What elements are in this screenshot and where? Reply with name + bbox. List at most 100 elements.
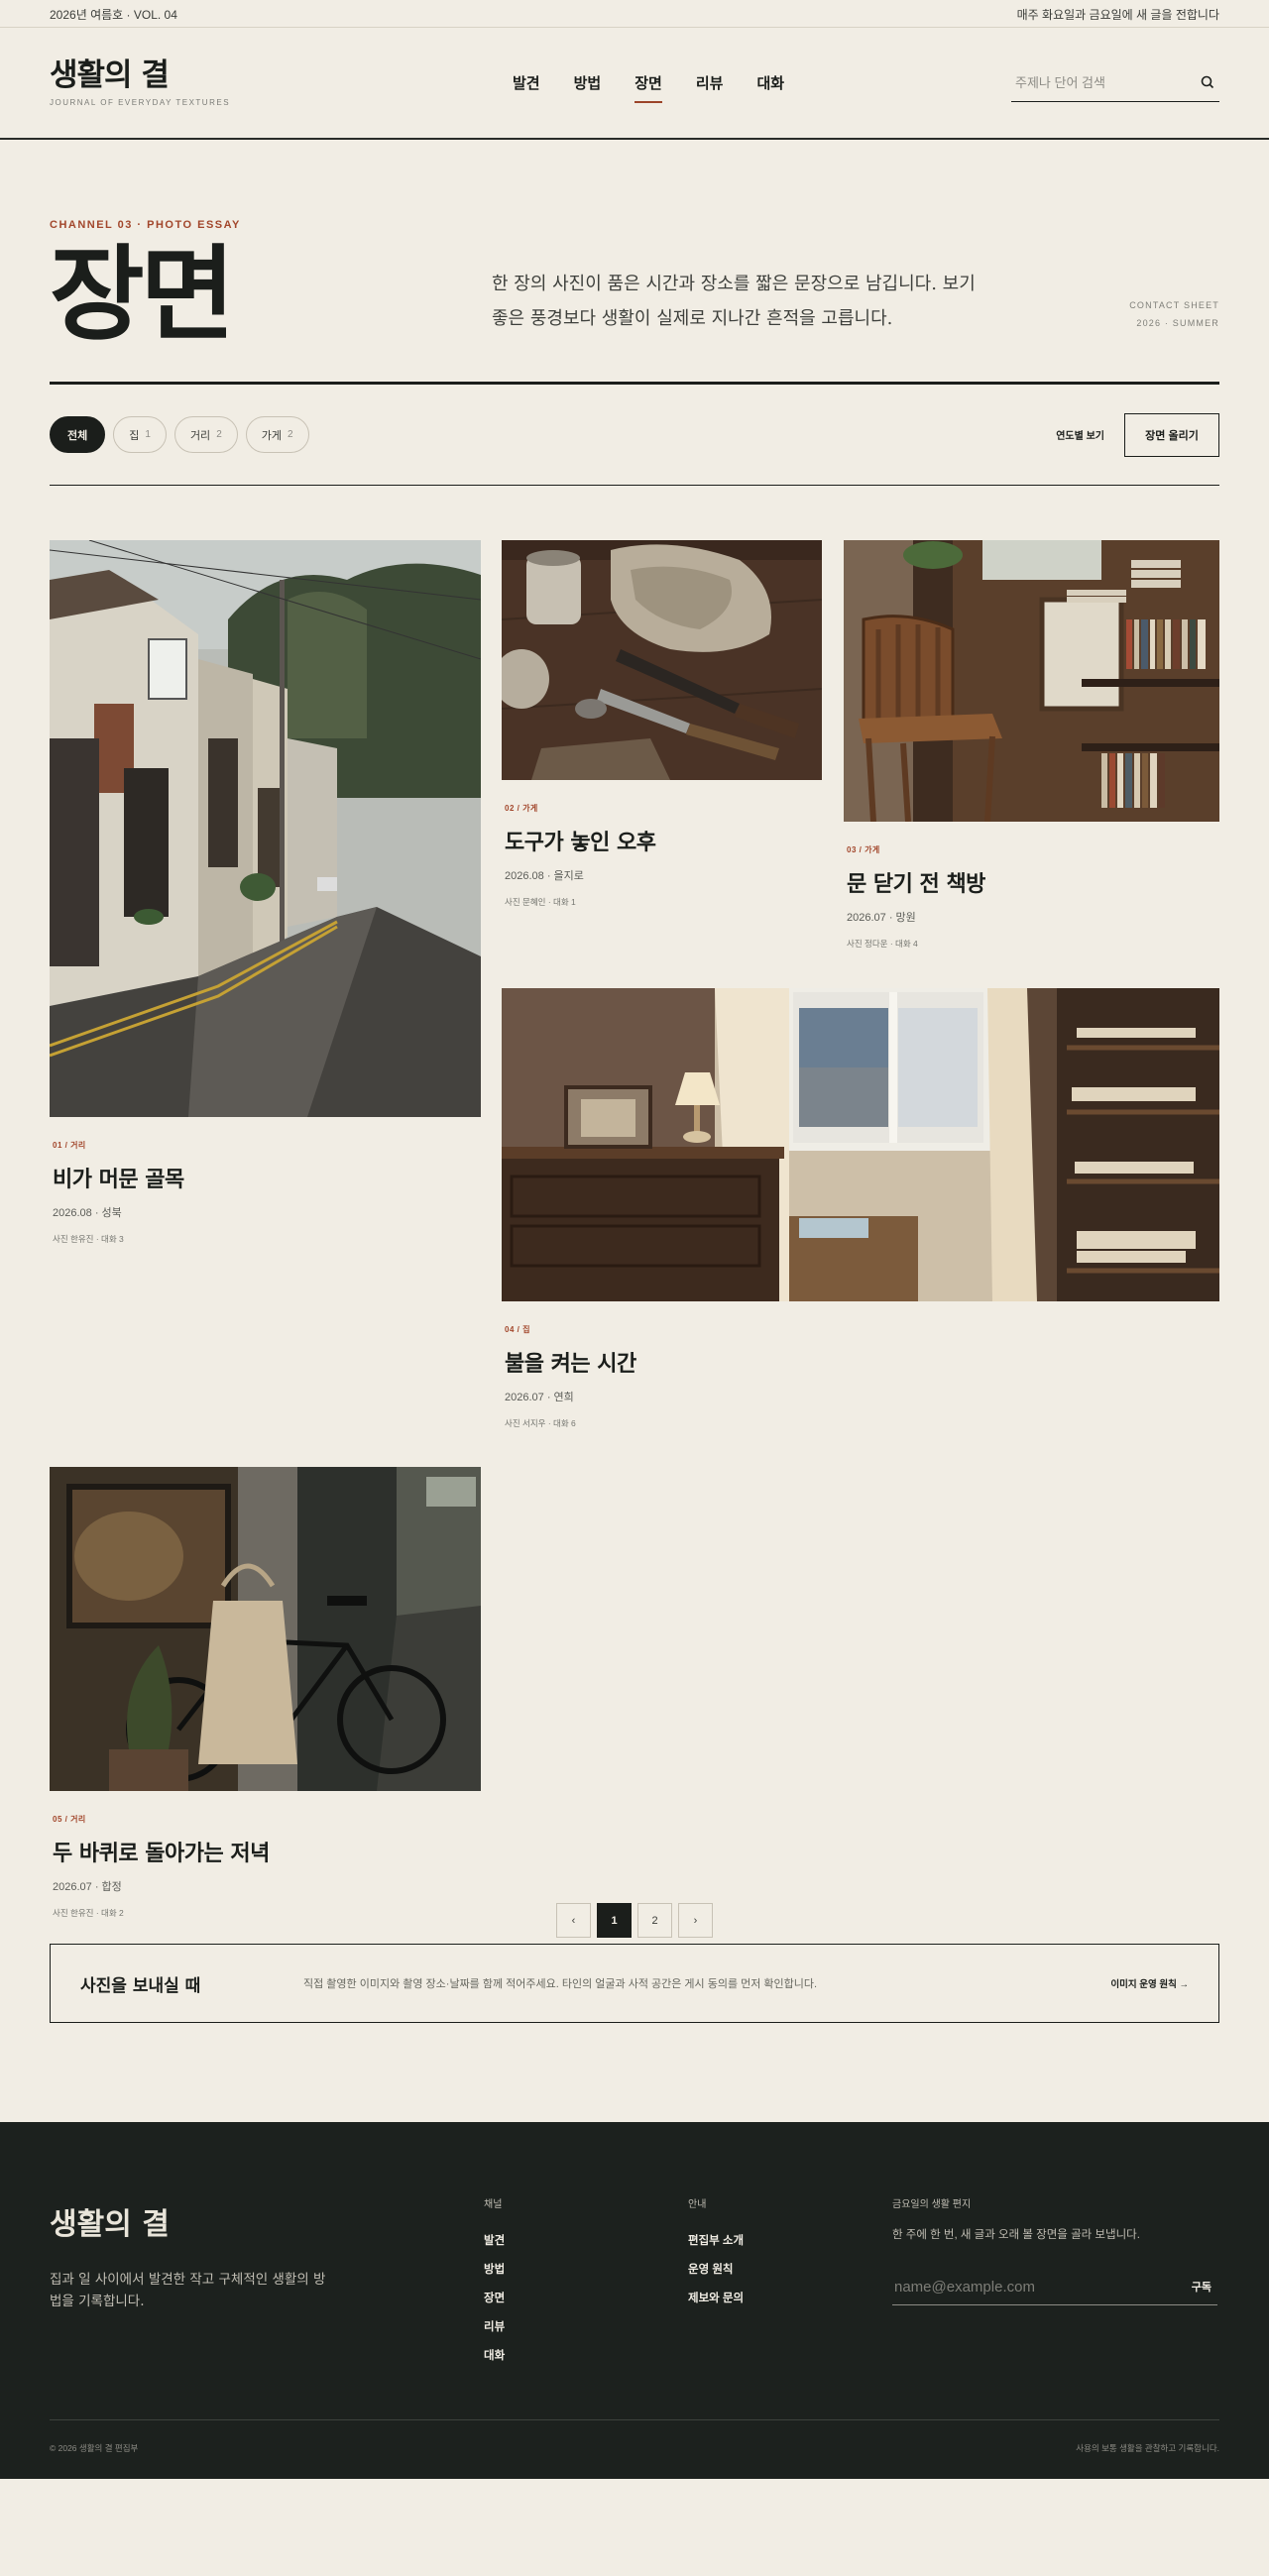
page-title: 장면 — [50, 233, 235, 355]
workbench-tools-photo — [502, 540, 822, 780]
card-credit: 사진 문혜인 · 대화 1 — [505, 897, 576, 907]
photo-card[interactable]: 04 / 집 불을 켜는 시간 2026.07 · 연희 사진 서지우 · 대화… — [502, 988, 1219, 1429]
footer-link-contact[interactable]: 제보와 문의 — [688, 2290, 744, 2305]
channel-kicker: CHANNEL 03 · PHOTO ESSAY — [50, 219, 241, 231]
main-nav: 발견 방법 장면 리뷰 대화 — [513, 64, 784, 103]
footer-channels: 채널 발견 방법 장면 리뷰 대화 — [484, 2195, 505, 2376]
nav-item-scenes[interactable]: 장면 — [634, 64, 662, 103]
chip-label: 가게 — [261, 429, 282, 442]
submission-title: 사진을 보내실 때 — [80, 1975, 201, 1996]
footer-brand-title[interactable]: 생활의 결 — [50, 2199, 337, 2243]
chip-count: 1 — [145, 429, 151, 440]
main-content: CHANNEL 03 · PHOTO ESSAY 장면 한 장의 사진이 품은 … — [50, 140, 1219, 2023]
post-scene-button[interactable]: 장면 올리기 — [1124, 412, 1219, 457]
card-title[interactable]: 비가 머문 골목 — [53, 1162, 478, 1193]
search-input[interactable] — [1015, 74, 1184, 90]
site-footer: 생활의 결 집과 일 사이에서 발견한 작고 구체적인 생활의 방법을 기록합니… — [0, 2122, 1269, 2479]
chip-label: 거리 — [189, 429, 211, 442]
footer-bottom: © 2026 생활의 결 편집부 사용의 보통 생활을 관찰하고 기록합니다. — [50, 2419, 1219, 2479]
card-title[interactable]: 도구가 놓인 오후 — [505, 825, 819, 856]
info-heading: 안내 — [688, 2199, 707, 2210]
nav-item-talk[interactable]: 대화 — [756, 64, 784, 101]
subscribe-button[interactable]: 구독 — [1192, 2279, 1217, 2295]
bookshop-chair-photo — [844, 540, 1219, 822]
hero-section: CHANNEL 03 · PHOTO ESSAY 장면 한 장의 사진이 품은 … — [50, 140, 1219, 385]
nav-item-howto[interactable]: 방법 — [574, 64, 602, 101]
search-icon[interactable] — [1200, 74, 1215, 90]
meta-line-1: CONTACT SHEET — [1129, 300, 1219, 310]
bicycle-evening-photo — [50, 1467, 481, 1791]
card-date: 2026.07 · 합정 — [53, 1881, 122, 1893]
card-category: 04 / 집 — [505, 1325, 530, 1334]
photo-card[interactable]: 02 / 가게 도구가 놓인 오후 2026.08 · 을지로 사진 문혜인 ·… — [502, 540, 822, 908]
chip-count: 2 — [288, 429, 293, 440]
issue-label: 2026년 여름호 · VOL. 04 — [50, 7, 177, 22]
copyright: © 2026 생활의 결 편집부 — [50, 2442, 139, 2453]
card-date: 2026.08 · 성북 — [53, 1207, 122, 1219]
footer-link-howto[interactable]: 방법 — [484, 2261, 505, 2277]
prev-page-button[interactable]: ‹ — [556, 1903, 591, 1938]
filter-chip-all[interactable]: 전체 — [50, 416, 106, 453]
photo-grid: 01 / 거리 비가 머문 골목 2026.08 · 성북 사진 한유진 · 대… — [50, 486, 1219, 1918]
description-line-1: 한 장의 사진이 품은 시간과 장소를 짧은 문장으로 남깁니다. 보기 — [492, 274, 976, 294]
photo-card[interactable]: 03 / 가게 문 닫기 전 책방 2026.07 · 망원 사진 정다운 · … — [844, 540, 1219, 950]
card-title[interactable]: 불을 켜는 시간 — [505, 1346, 1216, 1378]
card-category: 05 / 거리 — [53, 1815, 86, 1824]
nav-item-discover[interactable]: 발견 — [513, 64, 540, 101]
filter-bar: 전체 집 1 거리 2 가게 2 연도별 보기 장면 올리기 — [50, 385, 1219, 486]
footer-link-principles[interactable]: 운영 원칙 — [688, 2261, 744, 2277]
card-credit: 사진 정다운 · 대화 4 — [847, 939, 918, 949]
card-title[interactable]: 문 닫기 전 책방 — [847, 866, 1216, 898]
footer-brand: 생활의 결 집과 일 사이에서 발견한 작고 구체적인 생활의 방법을 기록합니… — [50, 2199, 337, 2312]
filter-chip-home[interactable]: 집 1 — [113, 416, 167, 453]
footer-link-review[interactable]: 리뷰 — [484, 2318, 505, 2334]
filter-chip-street[interactable]: 거리 2 — [173, 416, 238, 453]
card-date: 2026.07 · 망원 — [847, 912, 916, 924]
photo-card[interactable]: 01 / 거리 비가 머문 골목 2026.08 · 성북 사진 한유진 · 대… — [50, 540, 481, 1245]
footer-tagline: 사용의 보통 생활을 관찰하고 기록합니다. — [1076, 2442, 1219, 2453]
newsletter-description: 한 주에 한 번, 새 글과 오래 볼 장면을 골라 보냅니다. — [892, 2229, 1140, 2241]
image-policy-link[interactable]: 이미지 운영 원칙 → — [1110, 1976, 1189, 1990]
brand-title: 생활의 결 — [50, 56, 170, 93]
card-category: 01 / 거리 — [53, 1141, 86, 1150]
schedule-notice: 매주 화요일과 금요일에 새 글을 전합니다 — [1016, 7, 1219, 22]
photo-card[interactable]: 05 / 거리 두 바퀴로 돌아가는 저녁 2026.07 · 합정 사진 한유… — [50, 1467, 481, 1919]
footer-link-talk[interactable]: 대화 — [484, 2347, 505, 2363]
meta-line-2: 2026 · SUMMER — [1136, 318, 1219, 328]
chip-label: 전체 — [67, 429, 88, 442]
email-field[interactable] — [892, 2278, 1140, 2296]
page-description: 한 장의 사진이 품은 시간과 장소를 짧은 문장으로 남깁니다. 보기 좋은 … — [492, 267, 1027, 336]
footer-link-scenes[interactable]: 장면 — [484, 2290, 505, 2305]
top-strip: 2026년 여름호 · VOL. 04 매주 화요일과 금요일에 새 글을 전합… — [0, 0, 1269, 28]
room-window-lamp-photo — [502, 988, 1219, 1301]
footer-link-about[interactable]: 편집부 소개 — [688, 2232, 744, 2248]
rainy-alley-photo — [50, 540, 481, 1117]
newsletter-heading: 금요일의 생활 편지 — [892, 2199, 972, 2210]
page-button-1[interactable]: 1 — [597, 1903, 632, 1938]
card-category: 02 / 가게 — [505, 804, 538, 813]
card-credit: 사진 한유진 · 대화 2 — [53, 1908, 124, 1918]
description-line-2: 좋은 풍경보다 생활이 실제로 지나간 흔적을 고릅니다. — [492, 308, 893, 329]
next-page-button[interactable]: › — [678, 1903, 713, 1938]
nav-item-review[interactable]: 리뷰 — [696, 64, 724, 101]
footer-info: 안내 편집부 소개 운영 원칙 제보와 문의 — [688, 2195, 744, 2318]
submission-guide: 사진을 보내실 때 직접 촬영한 이미지와 촬영 장소·날짜를 함께 적어주세요… — [50, 1944, 1219, 2023]
chip-label: 집 — [129, 429, 140, 442]
card-date: 2026.07 · 연희 — [505, 1392, 574, 1403]
channels-heading: 채널 — [484, 2199, 503, 2210]
footer-newsletter: 금요일의 생활 편지 한 주에 한 번, 새 글과 오래 볼 장면을 골라 보냅… — [892, 2195, 1217, 2305]
submission-description: 직접 촬영한 이미지와 촬영 장소·날짜를 함께 적어주세요. 타인의 얼굴과 … — [303, 1978, 818, 1990]
card-credit: 사진 서지우 · 대화 6 — [505, 1418, 576, 1428]
filter-chip-shop[interactable]: 가게 2 — [245, 416, 309, 453]
site-header: 생활의 결 JOURNAL OF EVERYDAY TEXTURES 발견 방법… — [0, 28, 1269, 140]
brand-subtitle: JOURNAL OF EVERYDAY TEXTURES — [50, 98, 231, 108]
card-title[interactable]: 두 바퀴로 돌아가는 저녁 — [53, 1836, 478, 1867]
footer-link-discover[interactable]: 발견 — [484, 2232, 505, 2248]
brand-logo[interactable]: 생활의 결 JOURNAL OF EVERYDAY TEXTURES — [50, 58, 278, 107]
card-category: 03 / 가게 — [847, 845, 880, 854]
chip-count: 2 — [216, 429, 222, 440]
contact-sheet-meta: CONTACT SHEET 2026 · SUMMER — [1129, 296, 1219, 332]
year-view-link[interactable]: 연도별 보기 — [1056, 427, 1104, 442]
page-button-2[interactable]: 2 — [637, 1903, 672, 1938]
card-credit: 사진 한유진 · 대화 3 — [53, 1234, 124, 1244]
